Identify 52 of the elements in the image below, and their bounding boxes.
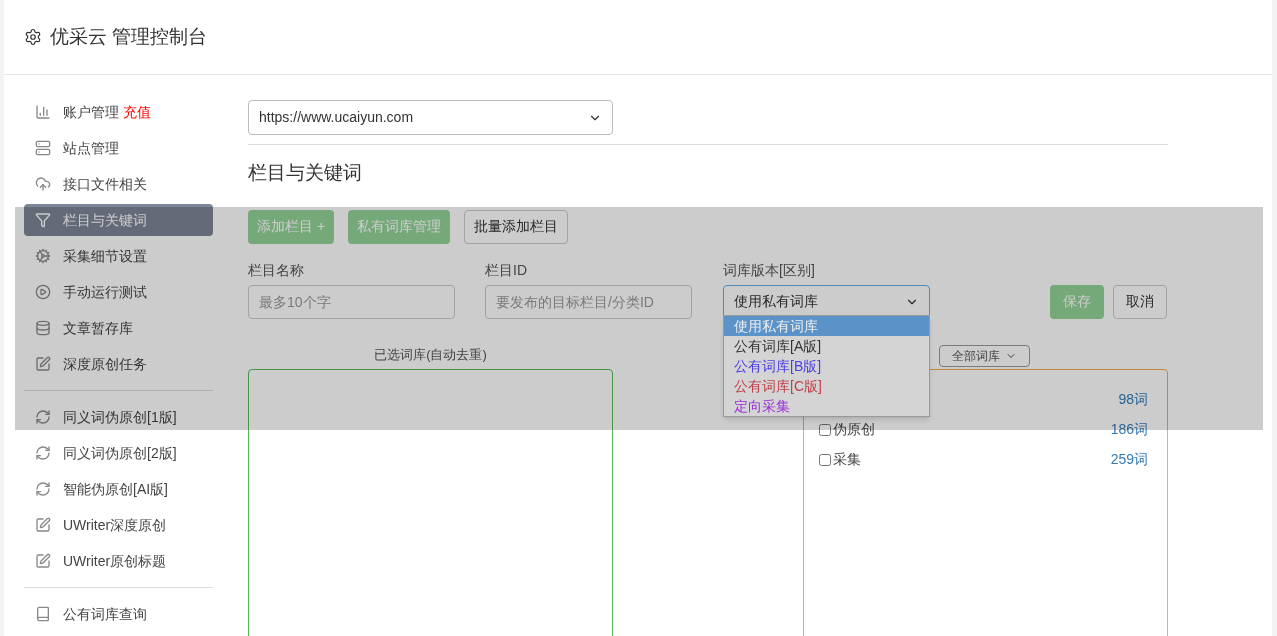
panel-title: 已选词库(自动去重): [373, 345, 488, 364]
word-count: 98词: [1118, 390, 1148, 409]
library-filter[interactable]: 全部词库: [939, 344, 1030, 367]
section-title: 栏目与关键词: [248, 161, 363, 185]
field-label: 词库版本[区别]: [723, 260, 816, 280]
sidebar-item[interactable]: 采集细节设置: [24, 240, 213, 272]
edit-icon: [35, 356, 51, 372]
sidebar-item[interactable]: 公有词库查询: [24, 598, 213, 630]
refresh-icon: [35, 481, 51, 497]
dropdown-option[interactable]: 定向采集: [724, 395, 929, 416]
bar-chart-icon: [35, 104, 51, 120]
name-input[interactable]: 最多10个字: [248, 284, 455, 319]
sidebar-item[interactable]: 智能伪原创[AI版]: [24, 473, 213, 505]
word-count: 259词: [1110, 450, 1148, 469]
site-select[interactable]: https://www.ucaiyun.com: [248, 100, 613, 135]
sidebar-item[interactable]: 深度原创任务: [24, 348, 213, 380]
sidebar-item[interactable]: 接口文件相关: [24, 168, 213, 200]
sidebar-item[interactable]: 同义词伪原创[1版]: [24, 401, 213, 433]
library-name: 采集: [833, 450, 861, 469]
sidebar-item[interactable]: 手动运行测试: [24, 276, 213, 308]
refresh-icon: [35, 409, 51, 425]
settings-icon: [24, 28, 42, 46]
book-icon: [35, 606, 51, 622]
dropdown-option[interactable]: 公有词库[B版]: [724, 355, 929, 376]
database-icon: [35, 320, 51, 336]
action-button[interactable]: 批量添加栏目: [464, 209, 569, 244]
word-count: 186词: [1110, 420, 1148, 439]
gears-icon: [35, 248, 51, 264]
dropdown-option[interactable]: 公有词库[C版]: [724, 375, 929, 396]
edit-icon: [35, 517, 51, 533]
library-name: 伪原创: [833, 420, 875, 439]
refresh-icon: [35, 445, 51, 461]
sidebar-item[interactable]: UWriter深度原创: [24, 509, 213, 541]
edit-icon: [35, 553, 51, 569]
cancel-button[interactable]: 取消: [1113, 284, 1167, 319]
cloud-upload-icon: [35, 176, 51, 192]
sidebar-item[interactable]: 文章暂存库: [24, 312, 213, 344]
sidebar-item[interactable]: 站点管理: [24, 132, 213, 164]
console-title: 优采云 管理控制台: [50, 24, 208, 49]
server-icon: [35, 140, 51, 156]
library-checkbox[interactable]: [819, 423, 831, 436]
sidebar-item[interactable]: UWriter原创标题: [24, 545, 213, 577]
field-label: 栏目ID: [485, 260, 528, 280]
sidebar-item[interactable]: 账户管理 充值: [24, 96, 213, 128]
id-input[interactable]: 要发布的目标栏目/分类ID: [485, 284, 692, 319]
filter-icon: [35, 212, 51, 228]
sidebar-item[interactable]: 栏目与关键词: [24, 204, 213, 236]
library-checkbox[interactable]: [819, 453, 831, 466]
sidebar-item[interactable]: 同义词伪原创[2版]: [24, 437, 213, 469]
dropdown-option[interactable]: 公有词库[A版]: [724, 335, 929, 356]
field-label: 栏目名称: [248, 260, 305, 280]
play-icon: [35, 284, 51, 300]
